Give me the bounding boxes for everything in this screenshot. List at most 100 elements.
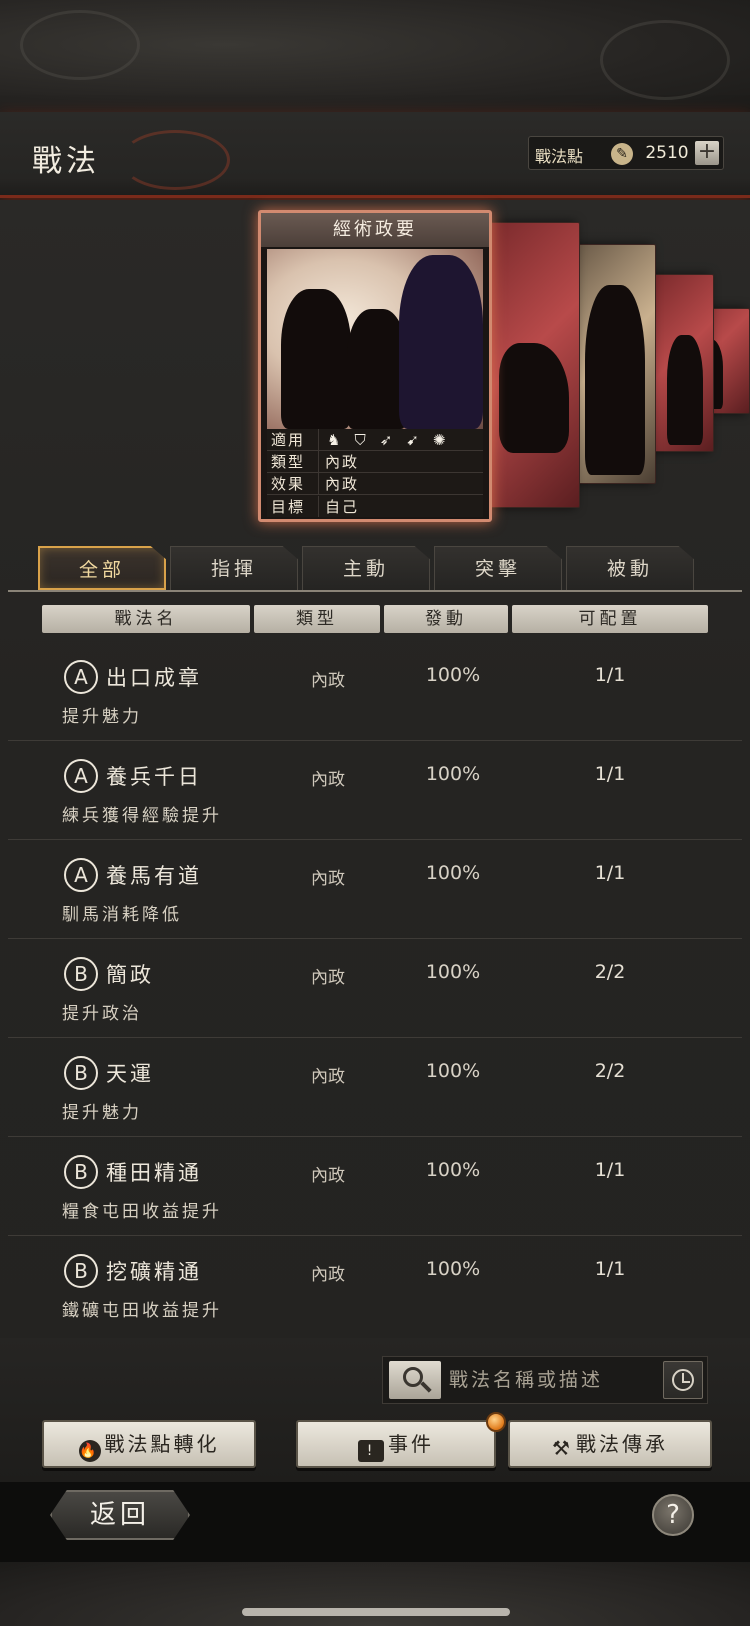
feather-icon: ✎ bbox=[611, 143, 633, 165]
tactic-rate: 100% bbox=[425, 961, 481, 983]
events-label: 事件 bbox=[388, 1432, 434, 1456]
column-header-slots[interactable]: 可配置 bbox=[512, 605, 708, 633]
tab-assault[interactable]: 突擊 bbox=[434, 546, 562, 590]
convert-label: 戰法點轉化 bbox=[104, 1432, 220, 1456]
add-points-button[interactable]: + bbox=[695, 141, 719, 165]
tactic-name: 出口成章 bbox=[106, 666, 202, 690]
table-row[interactable]: B 簡政 內政 100% 2/2 提升政治 bbox=[8, 939, 742, 1038]
tactic-description: 練兵獲得經驗提升 bbox=[62, 806, 222, 826]
points-value: 2510 bbox=[645, 143, 689, 163]
hammer-icon: ⚒ bbox=[552, 1436, 573, 1460]
tactic-description: 鐵礦屯田收益提升 bbox=[62, 1301, 222, 1321]
tactic-type: 內政 bbox=[311, 1067, 345, 1087]
tactic-card-thumb[interactable] bbox=[576, 244, 656, 484]
tactic-slots: 1/1 bbox=[594, 1258, 626, 1280]
tactic-type: 內政 bbox=[311, 770, 345, 790]
home-indicator[interactable] bbox=[242, 1608, 510, 1616]
table-row[interactable]: A 出口成章 內政 100% 1/1 提升魅力 bbox=[8, 642, 742, 741]
tactic-rate: 100% bbox=[425, 1258, 481, 1280]
search-input[interactable] bbox=[449, 1361, 649, 1399]
grade-badge: A bbox=[64, 858, 98, 892]
grade-badge: B bbox=[64, 1056, 98, 1090]
tactic-slots: 1/1 bbox=[594, 862, 626, 884]
tactic-rate: 100% bbox=[425, 1159, 481, 1181]
help-button[interactable]: ? bbox=[652, 1494, 694, 1536]
tab-all[interactable]: 全部 bbox=[38, 546, 166, 590]
card-stats: 適用 ♞ ⛉ ➶ ➹ ✺ 類型 內政 效果 內政 目標 自己 bbox=[267, 429, 483, 517]
tab-passive[interactable]: 被動 bbox=[566, 546, 694, 590]
tactic-description: 馴馬消耗降低 bbox=[62, 905, 182, 925]
column-header-name[interactable]: 戰法名 bbox=[42, 605, 250, 633]
top-decor-band bbox=[0, 0, 750, 112]
tactic-rate: 100% bbox=[425, 763, 481, 785]
tab-active[interactable]: 主動 bbox=[302, 546, 430, 590]
stat-row-type: 類型 內政 bbox=[267, 451, 483, 473]
figure-silhouette bbox=[399, 255, 483, 429]
tab-divider bbox=[8, 590, 742, 592]
tactic-rate: 100% bbox=[425, 862, 481, 884]
table-row[interactable]: B 天運 內政 100% 2/2 提升魅力 bbox=[8, 1038, 742, 1137]
grade-badge: B bbox=[64, 1155, 98, 1189]
tactic-name: 簡政 bbox=[106, 963, 154, 987]
tactic-slots: 2/2 bbox=[594, 961, 626, 983]
featured-tactic-card[interactable]: 經術政要 適用 ♞ ⛉ ➶ ➹ ✺ 類型 內政 效果 內政 目標 自己 bbox=[258, 210, 492, 522]
tactic-slots: 1/1 bbox=[594, 763, 626, 785]
clock-hand bbox=[682, 1381, 690, 1383]
stat-value: 內政 bbox=[325, 453, 360, 471]
tactic-card-thumb[interactable] bbox=[488, 222, 580, 508]
cavalry-icon: ♞ bbox=[327, 430, 341, 449]
column-header-trigger[interactable]: 發動 bbox=[384, 605, 508, 633]
alert-icon: ! bbox=[358, 1440, 384, 1462]
inherit-button[interactable]: ⚒ 戰法傳承 bbox=[508, 1420, 712, 1468]
stat-key: 適用 bbox=[267, 429, 319, 450]
tactic-type: 內政 bbox=[311, 1166, 345, 1186]
figure-silhouette bbox=[585, 285, 645, 475]
wheel-icon: ✺ bbox=[432, 430, 446, 449]
stat-value: 自己 bbox=[325, 497, 360, 516]
unit-icons: ♞ ⛉ ➶ ➹ ✺ bbox=[319, 431, 445, 449]
table-row[interactable]: A 養馬有道 內政 100% 1/1 馴馬消耗降低 bbox=[8, 840, 742, 939]
tactic-description: 糧食屯田收益提升 bbox=[62, 1202, 222, 1222]
tactic-name: 養馬有道 bbox=[106, 864, 202, 888]
column-header-type[interactable]: 類型 bbox=[254, 605, 380, 633]
tactic-points-display: 戰法點 ✎ 2510 + bbox=[528, 136, 724, 170]
tactic-slots: 2/2 bbox=[594, 1060, 626, 1082]
tactic-name: 挖礦精通 bbox=[106, 1260, 202, 1284]
table-row[interactable]: B 種田精通 內政 100% 1/1 糧食屯田收益提升 bbox=[8, 1137, 742, 1236]
tactic-list[interactable]: A 出口成章 內政 100% 1/1 提升魅力 A 養兵千日 內政 100% 1… bbox=[8, 642, 742, 1338]
stat-row-target: 目標 自己 bbox=[267, 495, 483, 517]
flame-icon: 🔥 bbox=[78, 1440, 101, 1462]
events-button[interactable]: ! 事件 bbox=[296, 1420, 496, 1468]
tactic-card-thumb[interactable] bbox=[652, 274, 714, 452]
stat-value: 內政 bbox=[325, 475, 360, 493]
figure-silhouette bbox=[499, 343, 569, 453]
tactic-rate: 100% bbox=[425, 1060, 481, 1082]
search-icon-handle bbox=[420, 1381, 432, 1393]
card-title: 經術政要 bbox=[261, 213, 489, 247]
figure-silhouette bbox=[347, 309, 407, 429]
notification-badge bbox=[486, 1412, 506, 1432]
cloud-ornament bbox=[20, 10, 140, 80]
card-artwork bbox=[267, 249, 483, 429]
tactic-name: 養兵千日 bbox=[106, 765, 202, 789]
stat-key: 目標 bbox=[267, 495, 319, 517]
tactic-type: 內政 bbox=[311, 671, 345, 691]
tactic-rate: 100% bbox=[425, 664, 481, 686]
figure-silhouette bbox=[667, 335, 703, 445]
convert-points-button[interactable]: 🔥 戰法點轉化 bbox=[42, 1420, 256, 1468]
tactic-name: 天運 bbox=[106, 1062, 154, 1086]
history-button[interactable] bbox=[663, 1361, 703, 1399]
cloud-ornament bbox=[600, 20, 730, 100]
tactic-type: 內政 bbox=[311, 1265, 345, 1285]
stat-key: 類型 bbox=[267, 451, 319, 472]
grade-badge: A bbox=[64, 759, 98, 793]
tactic-type: 內政 bbox=[311, 968, 345, 988]
search-bar bbox=[382, 1356, 708, 1404]
table-row[interactable]: A 養兵千日 內政 100% 1/1 練兵獲得經驗提升 bbox=[8, 741, 742, 840]
search-button[interactable] bbox=[389, 1361, 441, 1399]
table-row[interactable]: B 挖礦精通 內政 100% 1/1 鐵礦屯田收益提升 bbox=[8, 1236, 742, 1335]
bottom-decor-band bbox=[0, 1562, 750, 1626]
tab-command[interactable]: 指揮 bbox=[170, 546, 298, 590]
tactic-name: 種田精通 bbox=[106, 1161, 202, 1185]
back-button[interactable]: 返回 bbox=[50, 1490, 190, 1540]
